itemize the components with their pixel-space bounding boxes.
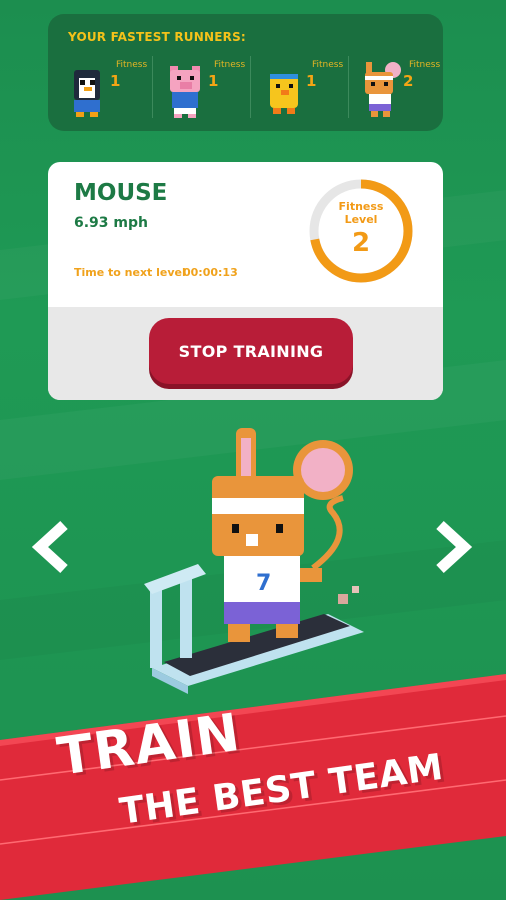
svg-text:7: 7: [256, 571, 271, 596]
runner-slot-pig[interactable]: Fitness 1: [156, 54, 250, 120]
next-level-timer: 00:00:13: [183, 266, 238, 279]
fitness-level-label-1: Fitness: [338, 200, 384, 213]
mouse-character: 7: [212, 428, 353, 642]
runner-divider: [250, 56, 251, 118]
chick-avatar-icon: [270, 74, 298, 114]
penguin-avatar-icon: [74, 70, 100, 117]
runner-fitness-label: Fitness: [214, 60, 246, 70]
stop-training-button[interactable]: STOP TRAINING: [149, 318, 353, 384]
fitness-level-label-2: Level: [344, 213, 378, 226]
runner-speed: 6.93 mph: [74, 215, 148, 231]
runner-fitness-value: 1: [306, 72, 317, 90]
runner-fitness-label: Fitness: [312, 60, 344, 70]
mouse-avatar-icon: [365, 62, 401, 117]
runner-fitness-label: Fitness: [116, 60, 148, 70]
fastest-runners-panel: YOUR FASTEST RUNNERS: Fitness 1 Fitness …: [48, 14, 443, 131]
runner-slot-chick[interactable]: Fitness 1: [254, 54, 348, 120]
runner-divider: [348, 56, 349, 118]
runner-fitness-value: 1: [110, 72, 121, 90]
fitness-level-value: 2: [351, 228, 371, 258]
next-level-label: Time to next level: [74, 266, 186, 279]
runner-fitness-label: Fitness: [409, 60, 441, 70]
chevron-left-icon[interactable]: [28, 517, 80, 577]
runner-slot-penguin[interactable]: Fitness 1: [58, 54, 152, 120]
runner-fitness-value: 1: [208, 72, 219, 90]
runners-panel-title: YOUR FASTEST RUNNERS:: [68, 30, 246, 44]
training-card: MOUSE 6.93 mph Time to next level 00:00:…: [48, 162, 443, 400]
runner-slot-mouse[interactable]: Fitness 2: [351, 54, 445, 120]
runner-name: MOUSE: [74, 180, 168, 206]
runner-fitness-value: 2: [403, 72, 414, 90]
runner-divider: [152, 56, 153, 118]
pig-avatar-icon: [170, 66, 200, 118]
chevron-right-icon[interactable]: [424, 517, 476, 577]
